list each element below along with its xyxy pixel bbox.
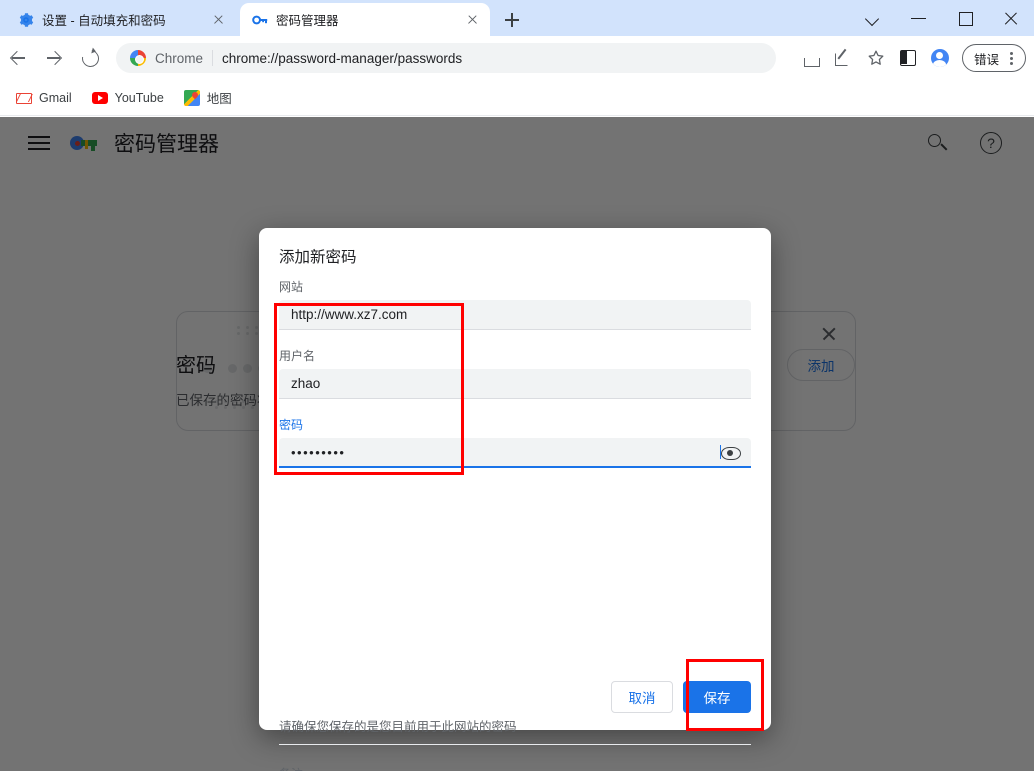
- bookmark-gmail[interactable]: Gmail: [8, 86, 80, 110]
- site-input-value: http://www.xz7.com: [291, 307, 408, 322]
- cancel-button[interactable]: 取消: [611, 681, 673, 713]
- site-field-group: 网站 http://www.xz7.com: [279, 278, 751, 330]
- password-input-value: •••••••••: [291, 444, 346, 460]
- bookmark-label: YouTube: [114, 90, 164, 105]
- window-controls: [850, 0, 1034, 36]
- close-icon[interactable]: [464, 12, 480, 28]
- key-icon: [252, 12, 268, 28]
- back-button[interactable]: [0, 40, 36, 76]
- bookmark-label: 地图: [206, 92, 232, 106]
- site-field-label: 网站: [279, 280, 304, 294]
- minimize-button[interactable]: [896, 0, 942, 36]
- password-input[interactable]: •••••••••: [279, 438, 751, 468]
- share-icon[interactable]: [828, 42, 860, 74]
- password-field-label: 密码: [279, 418, 304, 432]
- gear-icon: [18, 12, 34, 28]
- omnibox-divider: [212, 50, 214, 66]
- dialog-divider: [279, 744, 751, 745]
- username-input[interactable]: zhao: [279, 369, 751, 399]
- bookmark-star-icon[interactable]: [860, 42, 892, 74]
- toolbar-actions: 错误: [796, 42, 1034, 74]
- bookmark-youtube[interactable]: YouTube: [84, 86, 172, 110]
- error-label: 错误: [973, 52, 999, 67]
- error-status-button[interactable]: 错误: [961, 44, 1026, 72]
- tab-settings[interactable]: 设置 - 自动填充和密码: [6, 3, 236, 36]
- google-maps-icon: [183, 89, 200, 106]
- maximize-button[interactable]: [942, 0, 988, 36]
- tab-password-manager[interactable]: 密码管理器: [240, 3, 490, 36]
- username-field-group: 用户名 zhao: [279, 347, 751, 399]
- tab-label: 设置 - 自动填充和密码: [42, 14, 166, 28]
- dialog-footer: 取消 保存: [259, 664, 771, 730]
- omnibox-url: chrome://password-manager/passwords: [222, 50, 463, 66]
- save-button[interactable]: 保存: [683, 681, 751, 713]
- tab-search-chevron-down-icon[interactable]: [850, 0, 896, 36]
- dialog-title: 添加新密码: [279, 249, 357, 266]
- youtube-icon: [91, 90, 108, 106]
- bookmarks-bar: Gmail YouTube 地图: [0, 80, 1034, 116]
- site-input[interactable]: http://www.xz7.com: [279, 300, 751, 330]
- omnibox-scheme-label: Chrome: [155, 50, 204, 66]
- gmail-icon: [16, 90, 32, 106]
- eye-icon[interactable]: [721, 443, 741, 461]
- title-bar: 设置 - 自动填充和密码 密码管理器: [0, 0, 1034, 36]
- close-icon[interactable]: [210, 12, 226, 28]
- profile-avatar-icon[interactable]: [924, 42, 956, 74]
- add-password-dialog: 添加新密码 网站 http://www.xz7.com 用户名 zhao 密码 …: [259, 228, 771, 771]
- new-tab-button[interactable]: [500, 8, 524, 32]
- password-field-group: 密码 •••••••••: [279, 416, 751, 468]
- forward-button[interactable]: [36, 40, 72, 76]
- chrome-logo-icon: [130, 50, 146, 66]
- notes-field-label: 备注: [279, 765, 303, 771]
- browser-toolbar: Chrome chrome://password-manager/passwor…: [0, 36, 1034, 80]
- address-bar[interactable]: Chrome chrome://password-manager/passwor…: [116, 43, 776, 73]
- bookmark-label: Gmail: [39, 90, 72, 105]
- username-input-value: zhao: [291, 376, 321, 391]
- reload-button[interactable]: [72, 40, 108, 76]
- download-icon[interactable]: [796, 42, 828, 74]
- side-panel-icon[interactable]: [892, 42, 924, 74]
- username-field-label: 用户名: [279, 349, 316, 363]
- bookmark-maps[interactable]: 地图: [176, 84, 240, 111]
- kebab-menu-icon[interactable]: [1003, 49, 1019, 67]
- browser-window: 设置 - 自动填充和密码 密码管理器 Chrome chrome://passw…: [0, 0, 1034, 771]
- close-window-button[interactable]: [988, 0, 1034, 36]
- tab-label: 密码管理器: [276, 14, 339, 28]
